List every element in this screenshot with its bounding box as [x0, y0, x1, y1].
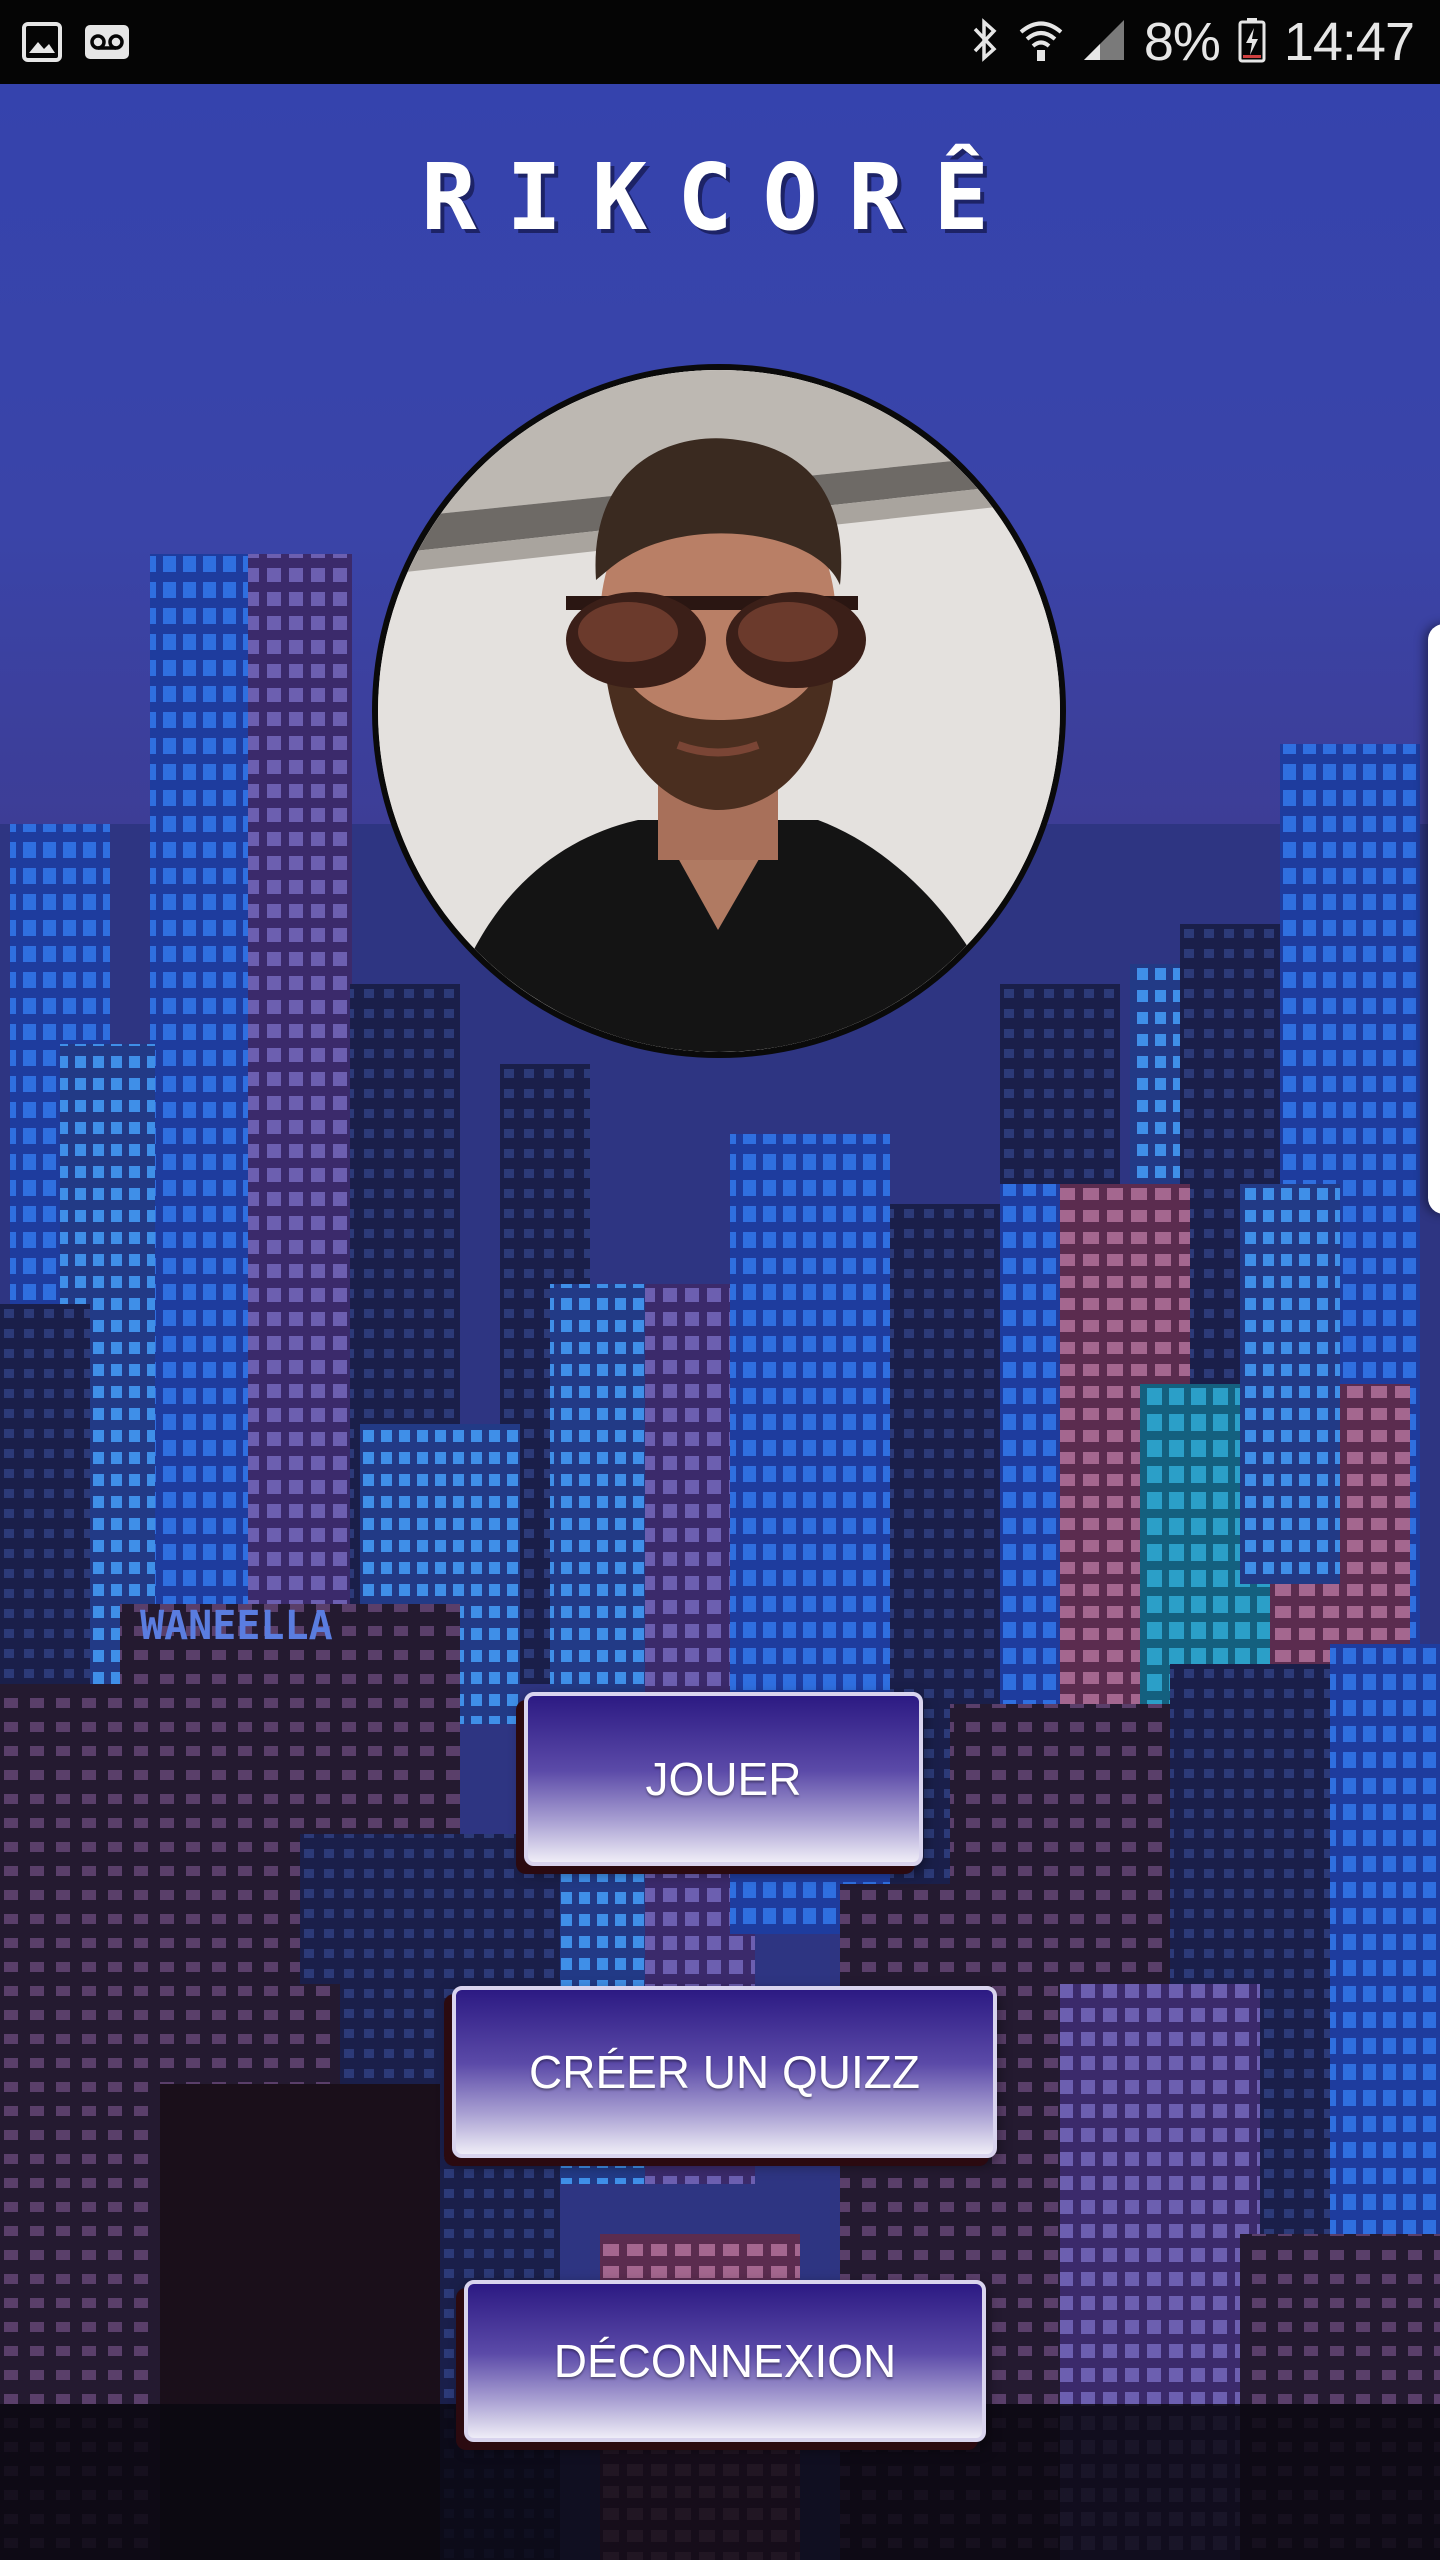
- voicemail-icon: [84, 22, 130, 67]
- clock: 14:47: [1283, 12, 1415, 72]
- battery-charging-icon: [1238, 17, 1266, 68]
- side-drawer-handle[interactable]: [1428, 624, 1440, 1214]
- app-title: RIKCORÊ: [421, 144, 1019, 251]
- notification-icons: [22, 22, 130, 67]
- logout-button[interactable]: DÉCONNEXION: [464, 2280, 986, 2442]
- status-bar: 8% 14:47: [0, 0, 1440, 84]
- create-quiz-button[interactable]: CRÉER UN QUIZZ: [452, 1986, 997, 2158]
- main-menu: WANEELLA RIKCORÊ JOUER CRÉER UN QUIZZ DÉ…: [0, 84, 1440, 2560]
- system-icons: 8% 14:47: [970, 0, 1415, 84]
- play-button[interactable]: JOUER: [524, 1692, 923, 1866]
- app-screen: 8% 14:47 WANEELLA RIKCORÊ JOUER CRÉER UN…: [0, 0, 1440, 2560]
- wifi-icon: [1018, 17, 1064, 68]
- billboard-text: WANEELLA: [140, 1603, 333, 1649]
- signal-icon: [1082, 18, 1126, 67]
- image-icon: [22, 22, 62, 67]
- battery-percent: 8%: [1143, 12, 1221, 72]
- profile-avatar[interactable]: [372, 364, 1066, 1058]
- bluetooth-icon: [970, 17, 1000, 68]
